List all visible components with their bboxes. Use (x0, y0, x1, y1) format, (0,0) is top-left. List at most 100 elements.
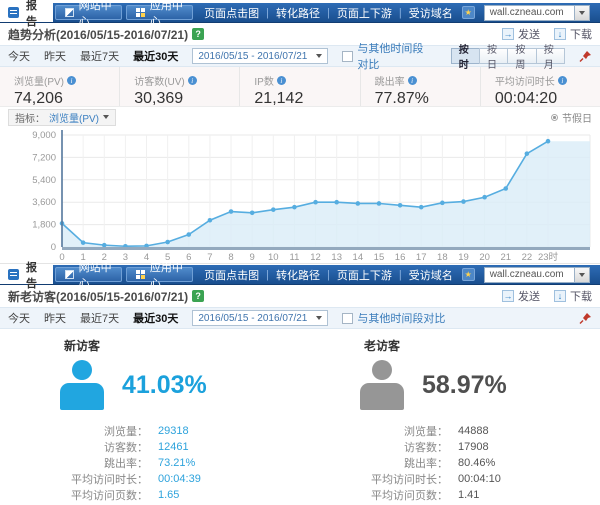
trend-chart: 01,8003,6005,4007,2009,00001234567891011… (0, 127, 600, 263)
svg-text:1,800: 1,800 (32, 220, 56, 231)
tab-report-label: 报告 (26, 259, 41, 291)
download-icon: ↓ (554, 290, 566, 302)
tab-report[interactable]: 报告 (0, 3, 53, 22)
nav-link-visited-domains[interactable]: 受访域名 (409, 5, 453, 21)
stat-row: 浏览量： 29318 (30, 423, 270, 439)
metric-ip-label: IP数 (254, 73, 273, 88)
site-selector-dropdown-button[interactable] (574, 6, 589, 20)
nav-link-page-click-map[interactable]: 页面点击图 (204, 5, 259, 21)
report-icon (8, 7, 19, 18)
site-selector[interactable]: wall.czneau.com (484, 267, 590, 283)
nav-separator: | (266, 7, 269, 19)
nav-link-page-flow[interactable]: 页面上下游 (337, 5, 392, 21)
download-button[interactable]: ↓ 下载 (554, 288, 592, 304)
compare-toggle[interactable]: 与其他时间段对比 (342, 310, 445, 326)
filter-last30days[interactable]: 最近30天 (133, 310, 178, 326)
svg-text:17: 17 (416, 252, 427, 263)
tab-app-center[interactable]: 应用中心 (126, 267, 193, 282)
second-navbar: 报告 网站中心 应用中心 页面点击图 | 转化路径 | 页面上下游 | 受访域名… (0, 265, 600, 285)
nav-link-page-click-map[interactable]: 页面点击图 (204, 267, 259, 283)
chart-metric-select[interactable]: 指标： 浏览量(PV) (8, 109, 116, 126)
compare-checkbox[interactable] (342, 313, 353, 324)
new-visitors-header: 新访客 (30, 337, 134, 354)
filter-today[interactable]: 今天 (8, 48, 30, 64)
info-icon[interactable]: i (277, 76, 286, 85)
visitor-panel-actions: → 发送 ↓ 下载 (502, 288, 592, 304)
chevron-down-icon (103, 115, 109, 119)
nav-link-conversion-path[interactable]: 转化路径 (276, 267, 320, 283)
send-button[interactable]: → 发送 (502, 26, 540, 42)
download-button[interactable]: ↓ 下载 (554, 26, 592, 42)
site-center-icon (65, 8, 74, 17)
metric-bounce-label: 跳出率 (375, 73, 405, 88)
granularity-weekly-button[interactable]: 按周 (507, 48, 536, 64)
nav-more-icon[interactable]: ★ (462, 268, 475, 281)
site-selector[interactable]: wall.czneau.com (484, 5, 590, 21)
info-icon[interactable]: i (408, 76, 417, 85)
holiday-label: 节假日 (562, 110, 592, 125)
nav-link-conversion-path[interactable]: 转化路径 (276, 5, 320, 21)
send-icon: → (502, 28, 514, 40)
date-range-select[interactable]: 2016/05/15 - 2016/07/21 (192, 310, 328, 326)
granularity-hourly-button[interactable]: 按时 (451, 48, 480, 64)
tab-report[interactable]: 报告 (0, 265, 53, 284)
tab-site-center-label: 网站中心 (79, 259, 112, 291)
nav-separator: | (327, 269, 330, 281)
metric-uv-label-row: 访客数(UV) i (134, 73, 239, 88)
info-icon[interactable]: i (67, 76, 76, 85)
new-visitors-column: 新访客 41.03% 浏览量： 29318 访客数： 12461 跳出率： (0, 337, 300, 503)
info-icon[interactable]: i (188, 76, 197, 85)
stat-row: 平均访问时长： 00:04:39 (30, 471, 270, 487)
filter-last7days[interactable]: 最近7天 (80, 310, 119, 326)
info-icon[interactable]: i (558, 76, 567, 85)
nav-more-icon[interactable]: ★ (462, 6, 475, 19)
tab-app-center[interactable]: 应用中心 (126, 5, 193, 20)
granularity-daily-button[interactable]: 按日 (479, 48, 508, 64)
stat-row: 跳出率： 73.21% (30, 455, 270, 471)
report-icon (8, 269, 19, 280)
svg-text:9,000: 9,000 (32, 130, 56, 141)
holiday-toggle[interactable]: 节假日 (551, 110, 592, 125)
chevron-down-icon (316, 54, 322, 58)
date-range-select[interactable]: 2016/05/15 - 2016/07/21 (192, 48, 328, 64)
chart-metric-select-value: 浏览量(PV) (49, 110, 109, 125)
site-selector-dropdown-button[interactable] (574, 268, 589, 282)
nav-link-page-flow[interactable]: 页面上下游 (337, 267, 392, 283)
site-selector-value: wall.czneau.com (485, 269, 574, 280)
metric-ip-value: 21,142 (254, 90, 359, 108)
old-visitors-header: 老访客 (330, 337, 434, 354)
filter-last30days[interactable]: 最近30天 (133, 48, 178, 64)
pin-button[interactable] (579, 50, 592, 63)
stat-row: 平均访问时长： 00:04:10 (330, 471, 570, 487)
tab-site-center[interactable]: 网站中心 (55, 5, 122, 20)
nav-link-visited-domains[interactable]: 受访域名 (409, 267, 453, 283)
app-center-icon (136, 8, 145, 17)
svg-text:9: 9 (250, 252, 255, 263)
help-icon[interactable]: ? (192, 290, 204, 302)
old-visitors-column: 老访客 58.97% 浏览量： 44888 访客数： 17908 跳出率： (300, 337, 600, 503)
chevron-down-icon (579, 273, 585, 277)
nav-separator: | (399, 269, 402, 281)
svg-text:0: 0 (51, 242, 56, 253)
svg-text:6: 6 (186, 252, 191, 263)
granularity-monthly-button[interactable]: 按月 (536, 48, 565, 64)
compare-checkbox[interactable] (342, 51, 353, 62)
svg-text:8: 8 (228, 252, 233, 263)
metric-uv-label: 访客数(UV) (134, 73, 185, 88)
trend-filter-bar: 今天 昨天 最近7天 最近30天 2016/05/15 - 2016/07/21… (0, 45, 600, 67)
svg-text:4: 4 (144, 252, 149, 263)
filter-yesterday[interactable]: 昨天 (44, 310, 66, 326)
send-label: 发送 (518, 26, 540, 42)
svg-text:3,600: 3,600 (32, 197, 56, 208)
site-selector-value: wall.czneau.com (485, 7, 574, 18)
filter-last7days[interactable]: 最近7天 (80, 48, 119, 64)
filter-yesterday[interactable]: 昨天 (44, 48, 66, 64)
pin-button[interactable] (579, 312, 592, 325)
send-button[interactable]: → 发送 (502, 288, 540, 304)
svg-text:21: 21 (500, 252, 511, 263)
filter-today[interactable]: 今天 (8, 310, 30, 326)
nav-links: 页面点击图 | 转化路径 | 页面上下游 | 受访域名 ★ (195, 265, 484, 284)
tab-site-center[interactable]: 网站中心 (55, 267, 122, 282)
old-visitors-percent: 58.97% (422, 371, 507, 400)
help-icon[interactable]: ? (192, 28, 204, 40)
